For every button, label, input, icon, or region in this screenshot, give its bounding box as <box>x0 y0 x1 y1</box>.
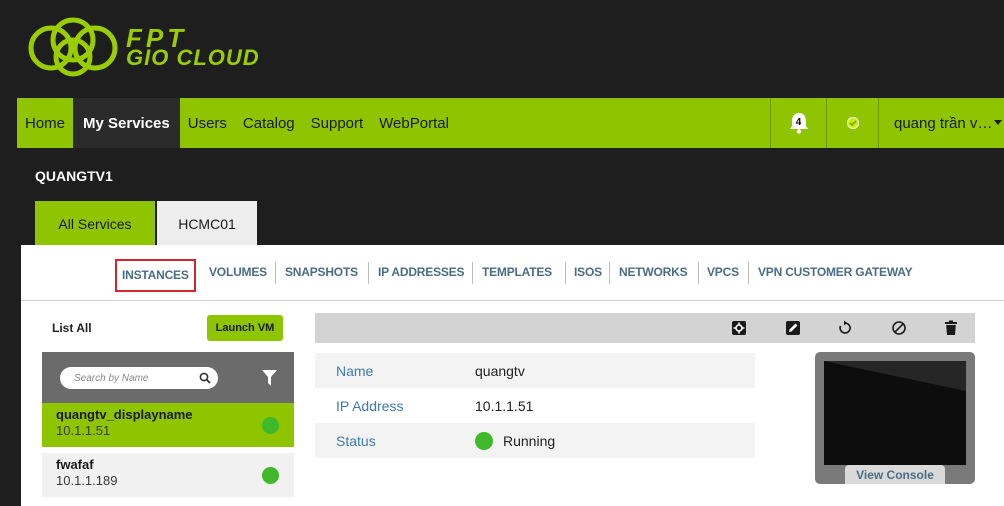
detail-row-ip: IP Address 10.1.1.51 <box>315 388 755 423</box>
nav-my-services[interactable]: My Services <box>73 98 180 148</box>
screen-glare-icon <box>824 361 966 391</box>
vm-ip: 10.1.1.189 <box>56 473 118 488</box>
main-navbar: Home My Services Users Catalog Support W… <box>17 98 1004 148</box>
subnav-instances[interactable]: INSTANCES <box>115 259 196 292</box>
divider <box>698 262 699 284</box>
delete-icon[interactable] <box>943 320 959 336</box>
search-input[interactable] <box>60 367 218 389</box>
status-button[interactable] <box>826 98 878 148</box>
nav-users[interactable]: Users <box>180 98 235 148</box>
name-value: quangtv <box>475 362 525 379</box>
status-text: Running <box>503 432 556 449</box>
logo-gio-cloud-text: GIO CLOUD <box>126 45 260 70</box>
subnav-networks[interactable]: NETWORKS <box>619 261 688 283</box>
divider <box>472 262 473 284</box>
status-value: Running <box>475 431 556 450</box>
subnav-vpcs[interactable]: VPCS <box>707 261 739 283</box>
divider <box>609 262 610 284</box>
detail-row-name: Name quangtv <box>315 353 755 388</box>
ip-address-value: 10.1.1.51 <box>475 397 534 414</box>
nav-webportal[interactable]: WebPortal <box>371 98 457 148</box>
filter-icon[interactable] <box>262 370 277 386</box>
stop-icon[interactable] <box>891 320 907 336</box>
console-screen <box>824 361 966 465</box>
subnav-snapshots[interactable]: SNAPSHOTS <box>285 261 358 283</box>
subnav-isos[interactable]: ISOS <box>574 261 602 283</box>
account-name: QUANGTV1 <box>35 168 113 184</box>
nav-catalog[interactable]: Catalog <box>235 98 303 148</box>
settings-icon[interactable] <box>731 320 747 336</box>
ip-address-label: IP Address <box>336 397 404 414</box>
launch-vm-button[interactable]: Launch VM <box>207 315 283 341</box>
nav-home[interactable]: Home <box>17 98 73 148</box>
view-console-button[interactable]: View Console <box>845 465 945 484</box>
vm-list-item[interactable]: quangtv_displayname 10.1.1.51 <box>42 403 294 447</box>
subnav-templates[interactable]: TEMPLATES <box>482 261 552 283</box>
list-all-label[interactable]: List All <box>52 321 92 335</box>
filter-bar <box>42 352 294 403</box>
vm-name: quangtv_displayname <box>56 407 193 422</box>
tab-hcmc01[interactable]: HCMC01 <box>157 201 257 247</box>
tab-all-services[interactable]: All Services <box>35 201 155 247</box>
subnav-vpn-customer-gateway[interactable]: VPN CUSTOMER GATEWAY <box>758 261 913 283</box>
check-icon <box>846 117 859 129</box>
bell-icon: 4 <box>789 112 809 134</box>
vm-name: fwafaf <box>56 457 94 472</box>
edit-icon[interactable] <box>785 320 801 336</box>
subnav-volumes[interactable]: VOLUMES <box>209 261 267 283</box>
detail-row-status: Status Running <box>315 423 755 458</box>
divider <box>748 262 749 284</box>
resource-subnav: INSTANCES VOLUMES SNAPSHOTS IP ADDRESSES… <box>21 245 1004 301</box>
notification-count: 4 <box>795 117 802 128</box>
divider <box>275 262 276 284</box>
search-icon[interactable] <box>199 372 211 384</box>
user-name: quang trần v… <box>894 114 993 132</box>
vm-list-item[interactable]: fwafaf 10.1.1.189 <box>42 453 294 497</box>
vm-status-indicator <box>262 467 279 484</box>
reboot-icon[interactable] <box>837 320 853 336</box>
user-menu[interactable]: quang trần v… <box>878 98 1004 148</box>
divider <box>565 262 566 284</box>
subnav-ip-addresses[interactable]: IP ADDRESSES <box>378 261 464 283</box>
vm-ip: 10.1.1.51 <box>56 423 111 438</box>
caret-down-icon <box>994 120 1003 125</box>
console-preview[interactable]: View Console <box>815 352 975 484</box>
name-label: Name <box>336 362 374 379</box>
instance-details: Name quangtv IP Address 10.1.1.51 Status… <box>315 353 755 458</box>
services-panel: INSTANCES VOLUMES SNAPSHOTS IP ADDRESSES… <box>21 245 1004 506</box>
divider <box>368 262 369 284</box>
nav-support[interactable]: Support <box>303 98 372 148</box>
notifications-button[interactable]: 4 <box>770 98 826 148</box>
instance-toolbar <box>315 313 975 343</box>
status-indicator-icon <box>475 431 493 450</box>
vm-status-indicator <box>262 417 279 434</box>
status-label: Status <box>336 432 376 449</box>
